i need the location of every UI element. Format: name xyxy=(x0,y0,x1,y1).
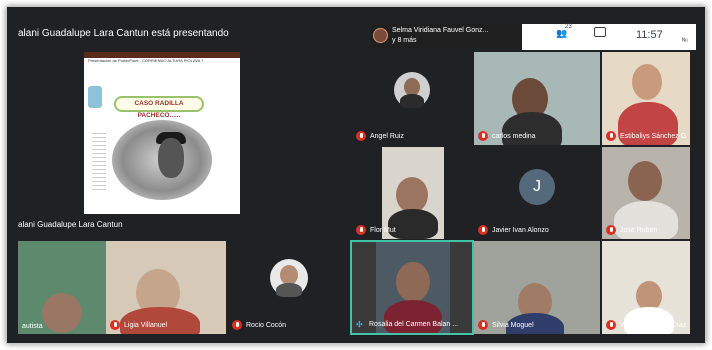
participant-name: ✣ Rosalia del Carmen Balan ... xyxy=(356,320,459,329)
participant-name: Flor Mut xyxy=(356,225,396,235)
participant-tile[interactable]: Jose Ruben xyxy=(602,147,690,239)
notification-line-2: y 8 más xyxy=(392,37,417,44)
participant-initial: J xyxy=(519,169,555,205)
slide-window-header: Presentación de PowerPoint - CORRIENDO A… xyxy=(88,58,204,63)
participant-tile[interactable]: Estibaliys Sánchez G xyxy=(602,52,690,145)
participant-tile[interactable]: Flor Mut xyxy=(352,147,472,239)
slide-logo xyxy=(88,86,102,108)
chat-icon[interactable] xyxy=(594,27,606,37)
participant-tile[interactable]: carlos medina xyxy=(474,52,600,145)
mic-muted-icon xyxy=(232,320,242,330)
presentation-tile[interactable]: Presentación de PowerPoint - CORRIENDO A… xyxy=(18,44,350,240)
avatar xyxy=(373,28,388,43)
clock-time: 11:57 xyxy=(636,29,663,41)
avatar xyxy=(270,259,308,297)
mic-muted-icon xyxy=(606,320,616,330)
participant-name: Ligia Villanuel xyxy=(110,320,167,330)
top-bar: Selma Viridiana Fauvel Gonz... y 8 más 👥… xyxy=(356,24,696,50)
mic-muted-icon xyxy=(606,225,616,235)
participant-tile[interactable]: Ligia Villanuel xyxy=(106,241,226,334)
avatar xyxy=(394,72,430,108)
more-indicator[interactable]: ᴺᵘ xyxy=(682,38,688,45)
participant-tile[interactable]: J Javier Ivan Alonzo xyxy=(474,147,600,239)
participant-name: Wendy Ramírez Díaz xyxy=(606,320,686,330)
participant-tile[interactable]: Wendy Ramírez Díaz xyxy=(602,241,690,334)
presenter-name-label: alani Guadalupe Lara Cantun xyxy=(18,220,123,229)
mic-muted-icon xyxy=(478,225,488,235)
notification-line-1: Selma Viridiana Fauvel Gonz... xyxy=(392,27,489,34)
mic-muted-icon xyxy=(356,131,366,141)
participant-name: Silvia Moguel xyxy=(478,320,534,330)
mic-muted-icon xyxy=(356,225,366,235)
participant-video xyxy=(632,64,662,100)
slide-title-box: CASO RADILLA PACHECO...... xyxy=(114,96,204,119)
participant-tile-active-speaker[interactable]: ✣ Rosalia del Carmen Balan ... xyxy=(350,240,474,335)
people-count: 23 xyxy=(565,24,572,30)
participant-video xyxy=(628,161,662,201)
people-button[interactable]: 👥 23 xyxy=(556,24,572,39)
mic-muted-icon xyxy=(606,131,616,141)
mic-muted-icon xyxy=(478,131,488,141)
mic-muted-icon xyxy=(478,320,488,330)
participant-name: autista xyxy=(22,323,43,330)
slide-portrait xyxy=(112,120,212,200)
meeting-controls: 👥 23 11:57 ᴺᵘ xyxy=(522,24,696,50)
participant-tile[interactable]: Silvia Moguel xyxy=(474,241,600,334)
participant-name: Rocio Cocón xyxy=(232,320,286,330)
mic-muted-icon xyxy=(110,320,120,330)
participant-name: Angel Ruiz xyxy=(356,131,404,141)
participant-tile[interactable]: Angel Ruiz xyxy=(352,52,472,145)
participant-name: Estibaliys Sánchez G xyxy=(606,131,686,141)
join-notification[interactable]: Selma Viridiana Fauvel Gonz... y 8 más xyxy=(370,24,520,48)
portrait-face xyxy=(158,138,184,178)
participant-name: carlos medina xyxy=(478,131,536,141)
participant-video xyxy=(42,293,82,333)
slide-title: CASO RADILLA PACHECO...... xyxy=(134,100,184,119)
participant-name: Jose Ruben xyxy=(606,225,657,235)
presenting-banner: alani Guadalupe Lara Cantun está present… xyxy=(18,28,229,39)
participant-name: Javier Ivan Alonzo xyxy=(478,225,549,235)
participant-tile[interactable]: Rocio Cocón xyxy=(228,241,350,334)
slide-sidebar-text xyxy=(92,130,106,190)
speaking-indicator-icon: ✣ xyxy=(356,320,363,329)
slide: Presentación de PowerPoint - CORRIENDO A… xyxy=(84,52,240,214)
participant-tile[interactable]: autista xyxy=(18,241,106,334)
